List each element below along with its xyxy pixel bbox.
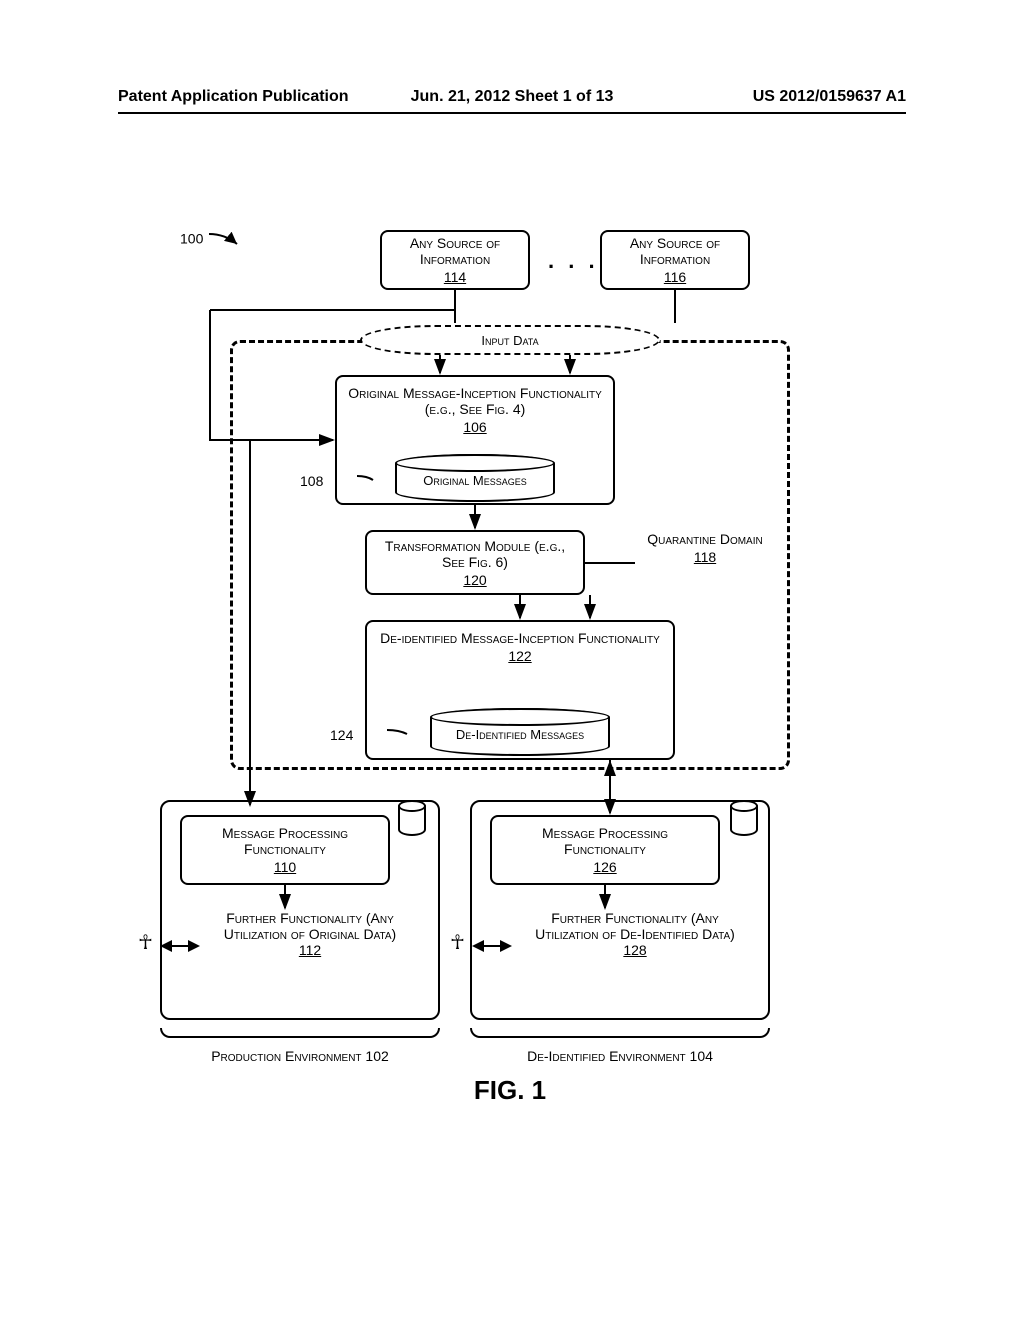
db-icon-right — [730, 800, 758, 836]
ff-left-title: Further Functionality (Any Utilization o… — [224, 910, 396, 942]
message-processing-left-box: Message Processing Functionality 110 — [180, 815, 390, 885]
ref-124-label: 124 — [330, 722, 413, 743]
omif-title: Original Message-Inception Functionality… — [345, 385, 605, 417]
user-icon-right: ☥ — [450, 930, 465, 955]
bracket-prod — [160, 1028, 440, 1038]
user-arrow-right-icon — [472, 940, 512, 952]
source-of-info-2: Any Source of Information 116 — [600, 230, 750, 290]
ref-108-label: 108 — [300, 468, 377, 489]
header-rule — [118, 112, 906, 114]
mpf-left-title: Message Processing Functionality — [190, 825, 380, 857]
ref-100-text: 100 — [180, 231, 203, 247]
dmif-ref: 122 — [375, 648, 665, 664]
source1-title: Any Source of Information — [390, 235, 520, 267]
omif-ref: 106 — [345, 419, 605, 435]
further-functionality-right: Further Functionality (Any Utilization o… — [520, 910, 750, 958]
transformation-module-box: Transformation Module (e.g., See Fig. 6)… — [365, 530, 585, 595]
page-header: Patent Application Publication Jun. 21, … — [0, 88, 1024, 106]
sources-ellipsis-icon: . . . — [548, 248, 599, 274]
source-of-info-1: Any Source of Information 114 — [380, 230, 530, 290]
mpf-right-ref: 126 — [500, 859, 710, 875]
input-data-text: Input Data — [481, 333, 538, 348]
deidentified-messages-cylinder: De-Identified Messages — [430, 708, 610, 756]
original-messages-cylinder: Original Messages — [395, 454, 555, 502]
ref-108-text: 108 — [300, 473, 323, 489]
header-left: Patent Application Publication — [118, 88, 349, 106]
message-processing-right-box: Message Processing Functionality 126 — [490, 815, 720, 885]
user-icon-left: ☥ — [138, 930, 153, 955]
source1-ref: 114 — [390, 269, 520, 285]
ff-right-ref: 128 — [623, 942, 646, 958]
transform-ref: 120 — [375, 572, 575, 588]
figure-title: FIG. 1 — [150, 1075, 870, 1106]
input-data-ellipse: Input Data — [360, 325, 660, 355]
ref-124-text: 124 — [330, 727, 353, 743]
user-arrow-left-icon — [160, 940, 200, 952]
source2-title: Any Source of Information — [610, 235, 740, 267]
mpf-right-title: Message Processing Functionality — [500, 825, 710, 857]
diagram-canvas: 100 Any Source of Information 114 . . . … — [150, 230, 870, 1130]
source2-ref: 116 — [610, 269, 740, 285]
header-right: US 2012/0159637 A1 — [753, 88, 906, 106]
env-prod-label: Production Environment 102 — [160, 1048, 440, 1064]
quarantine-ref: 118 — [694, 549, 716, 565]
header-mid: Jun. 21, 2012 Sheet 1 of 13 — [411, 88, 614, 106]
dmif-title: De-identified Message-Inception Function… — [375, 630, 665, 646]
env-deid-label: De-Identified Environment 104 — [470, 1048, 770, 1064]
further-functionality-left: Further Functionality (Any Utilization o… — [205, 910, 415, 958]
ff-left-ref: 112 — [299, 942, 321, 958]
deid-msgs-text: De-Identified Messages — [456, 722, 584, 742]
orig-msgs-text: Original Messages — [423, 468, 527, 488]
quarantine-domain-label: Quarantine Domain 118 — [635, 530, 775, 566]
ref-100-label: 100 — [180, 230, 247, 250]
bracket-deid — [470, 1028, 770, 1038]
db-icon-left — [398, 800, 426, 836]
transform-title: Transformation Module (e.g., See Fig. 6) — [375, 538, 575, 570]
quarantine-title: Quarantine Domain — [647, 531, 762, 547]
ff-right-title: Further Functionality (Any Utilization o… — [535, 910, 735, 942]
mpf-left-ref: 110 — [190, 859, 380, 875]
